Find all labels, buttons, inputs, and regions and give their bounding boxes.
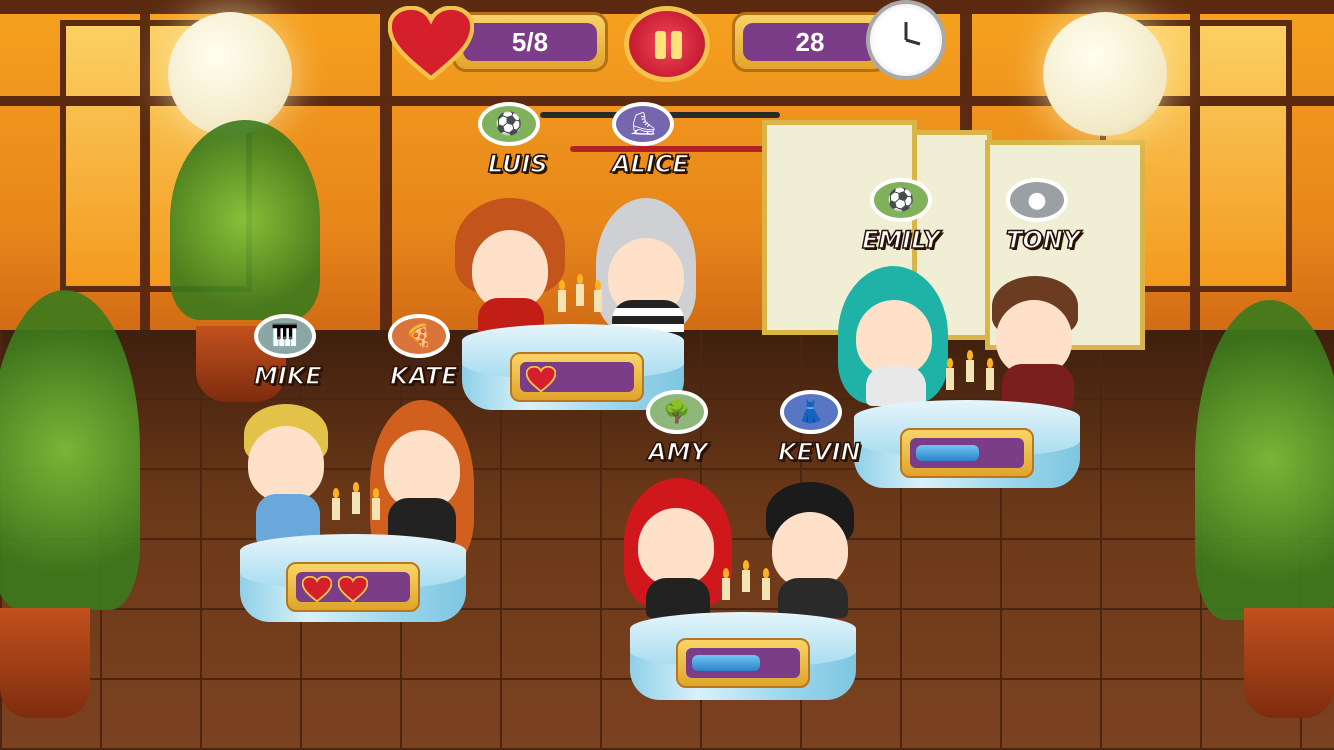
pizza-slice-icon: 🍕 — [388, 314, 450, 358]
hearts-value: 5/8 — [463, 23, 597, 61]
customer-name: EMILY — [861, 225, 941, 255]
bamboo-plant — [0, 290, 140, 610]
timer-counter: 28 — [732, 12, 888, 72]
customer-name: AMY — [647, 437, 708, 467]
dress-icon: 👗 — [780, 390, 842, 434]
table-status-panel — [676, 638, 810, 688]
heart-icon — [302, 576, 332, 602]
hearts-counter: 5/8 — [452, 12, 608, 72]
customer-name: KEVIN — [777, 437, 861, 467]
table-status-panel — [900, 428, 1034, 478]
soccer-ball-icon: ⚽ — [478, 102, 540, 146]
table-status-panel — [286, 562, 420, 612]
heart-icon — [526, 366, 556, 392]
bamboo-plant — [170, 120, 320, 320]
pause-button[interactable] — [624, 6, 710, 82]
plant-pot — [0, 608, 90, 718]
timer-value: 28 — [743, 23, 877, 61]
bamboo-plant — [1195, 300, 1334, 620]
pillar-right — [1190, 0, 1200, 380]
plant-pot — [1244, 608, 1334, 718]
date-progress-bar — [916, 445, 979, 461]
apple-logo-icon: ● — [1006, 178, 1068, 222]
pause-icon — [655, 31, 666, 59]
paper-lantern — [168, 12, 292, 136]
clock-icon — [866, 0, 946, 80]
piano-keys-icon: 🎹 — [254, 314, 316, 358]
customer-name: MIKE — [253, 361, 322, 391]
customer-name: LUIS — [487, 149, 548, 179]
soccer-ball-icon: ⚽ — [870, 178, 932, 222]
heart-icon — [388, 6, 474, 80]
heart-icon — [338, 576, 368, 602]
date-progress-bar — [692, 655, 761, 671]
tree-icon: 🌳 — [646, 390, 708, 434]
pause-icon-bar — [671, 31, 682, 59]
customer-name: KATE — [389, 361, 458, 391]
customer-name: ALICE — [611, 149, 689, 179]
pillar-left — [140, 0, 150, 380]
table-status-panel — [510, 352, 644, 402]
customer-name: TONY — [1005, 225, 1081, 255]
skateboard-icon: ⛸ — [612, 102, 674, 146]
paper-lantern — [1043, 12, 1167, 136]
